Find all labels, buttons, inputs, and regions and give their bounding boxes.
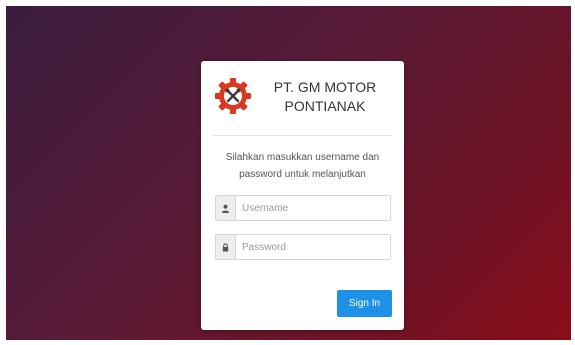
username-input[interactable] — [236, 196, 390, 220]
header-divider — [213, 135, 392, 136]
login-background: PT. GM MOTOR PONTIANAK Silahkan masukkan… — [6, 6, 571, 340]
lock-icon — [216, 235, 236, 259]
gear-tools-logo-icon — [215, 78, 251, 114]
sign-in-button[interactable]: Sign In — [337, 290, 392, 317]
login-instruction-line2: password untuk melanjutkan — [239, 169, 366, 180]
login-card: PT. GM MOTOR PONTIANAK Silahkan masukkan… — [201, 61, 404, 330]
username-group — [215, 195, 391, 221]
company-name: PT. GM MOTOR PONTIANAK — [265, 78, 385, 116]
company-name-line1: PT. GM MOTOR — [273, 79, 377, 95]
login-instruction: Silahkan masukkan username dan password … — [213, 149, 392, 183]
password-group — [215, 234, 391, 260]
user-icon — [216, 196, 236, 220]
password-input[interactable] — [236, 235, 390, 259]
company-name-line2: PONTIANAK — [284, 98, 366, 114]
login-instruction-line1: Silahkan masukkan username dan — [225, 152, 380, 163]
